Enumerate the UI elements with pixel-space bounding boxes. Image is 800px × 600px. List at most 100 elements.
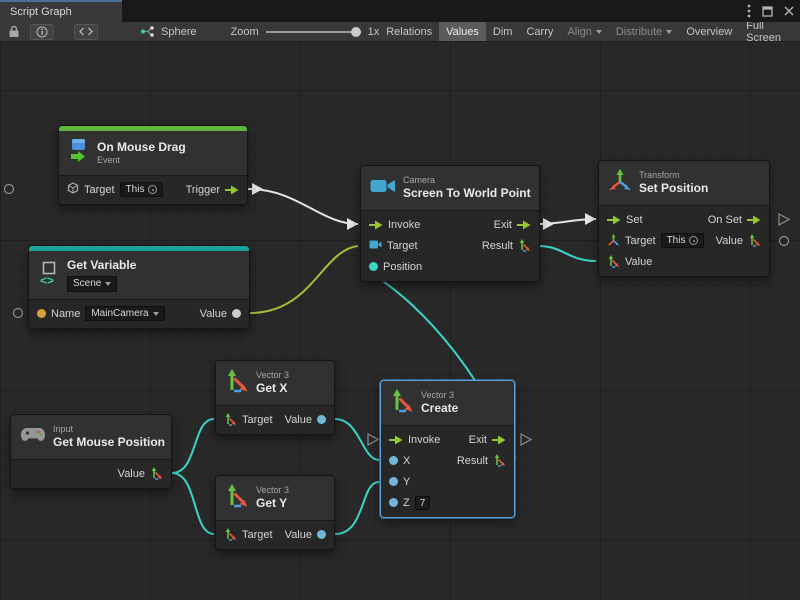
port-z[interactable]: Z 7	[389, 496, 430, 510]
node-on-mouse-drag[interactable]: On Mouse Drag Event Target This	[58, 125, 248, 205]
port-trigger[interactable]: Trigger	[186, 184, 239, 196]
port-value[interactable]: Value	[285, 529, 326, 541]
port-value[interactable]: Value	[118, 467, 163, 480]
tab-script-graph[interactable]: Script Graph	[0, 0, 122, 22]
wire-arrowhead-icon	[347, 218, 358, 230]
node-title: Set Position	[639, 181, 708, 195]
camera-icon	[370, 177, 396, 200]
maximize-icon[interactable]	[762, 6, 773, 17]
code-preview-button[interactable]	[74, 24, 98, 40]
node-get-x[interactable]: Vector 3 Get X Target Value	[215, 360, 335, 435]
port-label: Target	[84, 184, 115, 196]
full-screen-button[interactable]: Full Screen	[739, 22, 800, 41]
node-set-position[interactable]: Transform Set Position Set On Set	[598, 160, 770, 277]
zoom-slider-track[interactable]	[266, 31, 361, 33]
port-label: Invoke	[388, 219, 420, 231]
relations-button[interactable]: Relations	[379, 22, 439, 41]
zoom-control: Zoom 1x	[230, 26, 379, 38]
flow-arrow-icon	[517, 220, 531, 230]
code-icon	[79, 27, 93, 36]
port-on-set[interactable]: On Set	[708, 214, 761, 226]
port-transform-target[interactable]: Target This	[607, 233, 704, 248]
values-button[interactable]: Values	[439, 22, 486, 41]
gameobject-icon	[67, 182, 79, 197]
node-create-vector3[interactable]: Vector 3 Create Invoke Exit	[380, 380, 515, 518]
port-result[interactable]: Result	[457, 454, 506, 467]
port-value[interactable]: Value	[285, 414, 326, 426]
vector3-port-icon	[224, 528, 237, 541]
port-label: Trigger	[186, 184, 220, 196]
port-row: Target This Value	[599, 230, 769, 251]
lock-icon[interactable]	[8, 25, 20, 38]
port-label: Target	[242, 529, 273, 541]
wire-trigger-to-invoke[interactable]	[248, 189, 358, 224]
node-get-variable[interactable]: <> Get Variable Scene Name Mai	[28, 245, 250, 329]
port-target[interactable]: Target This	[67, 182, 163, 197]
wire-result-to-value[interactable]	[538, 246, 596, 261]
port-invoke[interactable]: Invoke	[369, 219, 420, 231]
vector3-port-icon	[518, 239, 531, 252]
node-get-mouse-position[interactable]: Input Get Mouse Position Value	[10, 414, 172, 489]
node-get-y[interactable]: Vector 3 Get Y Target Value	[215, 475, 335, 550]
wire-mouse-to-gety[interactable]	[172, 473, 214, 534]
overview-button[interactable]: Overview	[679, 22, 739, 41]
wire-variable-to-target[interactable]	[250, 246, 358, 313]
port-y[interactable]: Y	[389, 476, 410, 488]
dim-button[interactable]: Dim	[486, 22, 520, 41]
object-picker-icon[interactable]	[148, 185, 157, 194]
object-picker-icon[interactable]	[689, 236, 698, 245]
port-position[interactable]: Position	[369, 261, 422, 273]
port-label: Exit	[494, 219, 512, 231]
float-dot-icon	[389, 498, 398, 507]
menu-icon[interactable]	[747, 4, 751, 18]
wire-gety-to-y[interactable]	[335, 482, 379, 534]
info-button[interactable]	[30, 24, 54, 40]
zoom-slider-handle[interactable]	[351, 27, 361, 37]
carry-button[interactable]: Carry	[519, 22, 560, 41]
graph-target-breadcrumb[interactable]: Sphere	[140, 25, 196, 38]
distribute-dropdown[interactable]: Distribute	[609, 22, 679, 41]
wire-mouse-to-getx[interactable]	[172, 419, 214, 473]
port-row: Invoke Exit	[361, 214, 539, 235]
flow-arrow-icon	[225, 185, 239, 195]
port-set[interactable]: Set	[607, 214, 643, 226]
info-icon	[36, 26, 48, 38]
flow-indicator-icon	[779, 214, 789, 225]
tab-title: Script Graph	[10, 6, 72, 18]
node-screen-to-world-point[interactable]: Camera Screen To World Point Invoke Exit	[360, 165, 540, 282]
port-camera-target[interactable]: Target	[369, 239, 418, 253]
port-name[interactable]: Name MainCamera	[37, 306, 165, 321]
node-title: Screen To World Point	[403, 186, 531, 200]
target-this-chip[interactable]: This	[661, 233, 705, 248]
port-label: X	[403, 455, 410, 467]
window-controls	[747, 0, 794, 22]
port-exit[interactable]: Exit	[469, 434, 506, 446]
target-this-chip[interactable]: This	[120, 182, 164, 197]
wire-arrowhead-icon	[252, 183, 263, 195]
variable-scope-dropdown[interactable]: Scene	[67, 276, 117, 292]
node-title: Get Mouse Position	[53, 435, 165, 449]
close-icon[interactable]	[784, 6, 794, 16]
graph-canvas[interactable]: On Mouse Drag Event Target This	[0, 42, 800, 600]
port-exit[interactable]: Exit	[494, 219, 531, 231]
z-value-field[interactable]: 7	[415, 496, 431, 510]
port-value[interactable]: Value	[200, 308, 241, 320]
variable-name-dropdown[interactable]: MainCamera	[85, 306, 164, 321]
port-value-in[interactable]: Value	[607, 255, 652, 268]
wire-getx-to-x[interactable]	[335, 419, 379, 460]
port-indicator-icon	[780, 237, 789, 246]
port-label: Invoke	[408, 434, 440, 446]
node-type: Camera	[403, 175, 531, 186]
port-x[interactable]: X	[389, 455, 410, 467]
port-target[interactable]: Target	[224, 413, 273, 426]
zoom-slider[interactable]	[266, 26, 361, 38]
port-label: Value	[285, 414, 312, 426]
align-dropdown[interactable]: Align	[560, 22, 608, 41]
port-row: Value	[11, 463, 171, 484]
port-label: Z	[403, 497, 410, 509]
port-result[interactable]: Result	[482, 239, 531, 252]
port-target[interactable]: Target	[224, 528, 273, 541]
transform-port-icon	[607, 234, 620, 247]
port-invoke[interactable]: Invoke	[389, 434, 440, 446]
port-value-out[interactable]: Value	[716, 234, 761, 247]
